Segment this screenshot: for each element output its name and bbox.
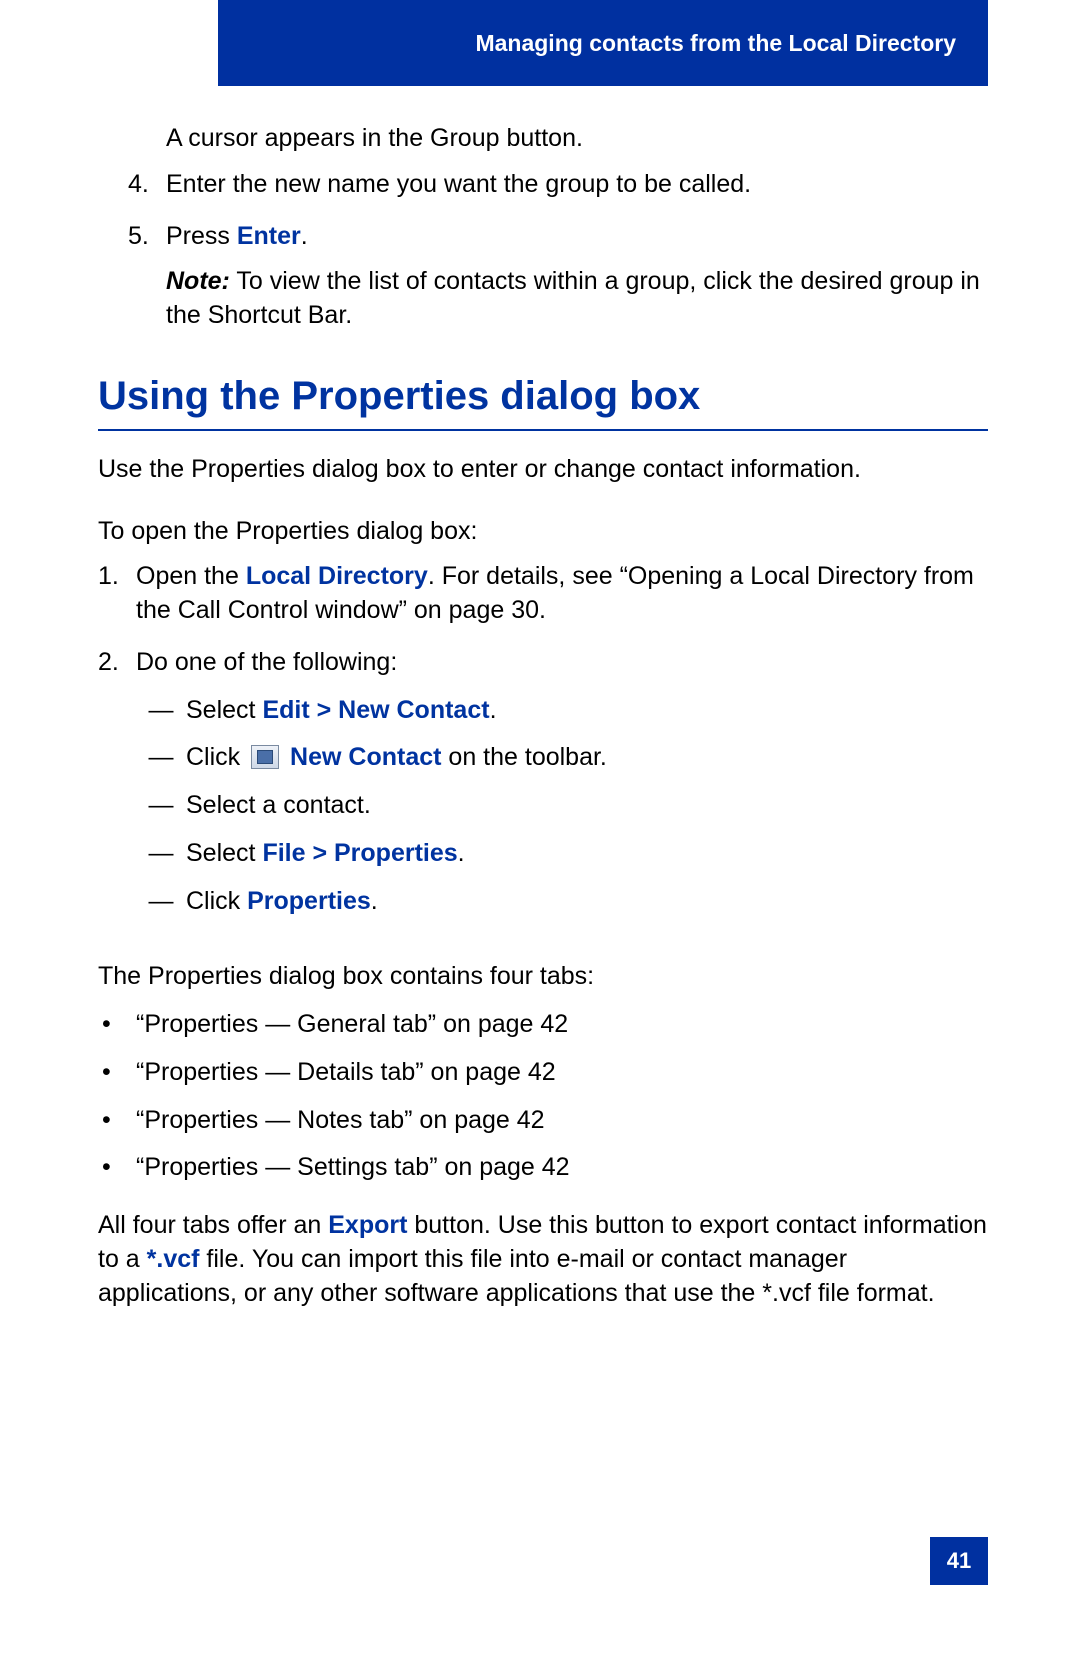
option-file-properties: — Select File > Properties.: [136, 837, 988, 871]
step-text: Open the Local Directory. For details, s…: [136, 560, 988, 628]
page-number: 41: [930, 1537, 988, 1585]
tabs-list: •“Properties — General tab” on page 42 •…: [98, 1008, 988, 1185]
dash-icon: —: [136, 741, 186, 775]
dash-icon: —: [136, 789, 186, 823]
step-number: 5.: [128, 220, 166, 333]
step-text: Press Enter. Note: To view the list of c…: [166, 220, 988, 333]
note-label: Note:: [166, 267, 230, 295]
section-heading: Using the Properties dialog box: [98, 369, 988, 423]
continued-steps-block: A cursor appears in the Group button. 4.…: [128, 122, 988, 333]
chapter-title: Managing contacts from the Local Directo…: [475, 30, 956, 57]
dash-icon: —: [136, 837, 186, 871]
export-button-label: Export: [328, 1211, 407, 1239]
file-properties-link[interactable]: File > Properties: [262, 839, 457, 867]
dash-icon: —: [136, 694, 186, 728]
option-list: — Select Edit > New Contact. — Click New…: [136, 694, 988, 919]
step-number: 2.: [98, 646, 136, 933]
open-step-1: 1. Open the Local Directory. For details…: [98, 560, 988, 628]
section-rule: [98, 429, 988, 431]
bullet-icon: •: [98, 1056, 136, 1090]
page: Managing contacts from the Local Directo…: [0, 0, 1080, 1669]
local-directory-link[interactable]: Local Directory: [246, 562, 428, 590]
tab-ref-notes: •“Properties — Notes tab” on page 42: [98, 1104, 988, 1138]
tab-ref-details: •“Properties — Details tab” on page 42: [98, 1056, 988, 1090]
tab-ref-settings: •“Properties — Settings tab” on page 42: [98, 1151, 988, 1185]
step-text: Do one of the following: — Select Edit >…: [136, 646, 988, 933]
step-text: Enter the new name you want the group to…: [166, 168, 988, 202]
open-properties-steps: 1. Open the Local Directory. For details…: [98, 560, 988, 932]
option-select-contact: — Select a contact.: [136, 789, 988, 823]
export-paragraph: All four tabs offer an Export button. Us…: [98, 1209, 988, 1310]
bullet-icon: •: [98, 1151, 136, 1185]
open-step-2: 2. Do one of the following: — Select Edi…: [98, 646, 988, 933]
step-number: 1.: [98, 560, 136, 628]
chapter-header: Managing contacts from the Local Directo…: [218, 0, 988, 86]
section-lead: Use the Properties dialog box to enter o…: [98, 453, 988, 487]
note-text: To view the list of contacts within a gr…: [166, 267, 980, 329]
bullet-icon: •: [98, 1104, 136, 1138]
edit-new-contact-link[interactable]: Edit > New Contact: [262, 696, 489, 724]
bullet-icon: •: [98, 1008, 136, 1042]
properties-link[interactable]: Properties: [247, 887, 371, 915]
step-number: 4.: [128, 168, 166, 202]
rename-group-steps: 4. Enter the new name you want the group…: [128, 168, 988, 333]
enter-key-label: Enter: [237, 222, 301, 250]
tab-ref-general: •“Properties — General tab” on page 42: [98, 1008, 988, 1042]
dash-icon: —: [136, 885, 186, 919]
new-contact-toolbar-link[interactable]: New Contact: [283, 743, 441, 771]
vcf-extension-label: *.vcf: [147, 1245, 200, 1273]
option-click-properties: — Click Properties.: [136, 885, 988, 919]
option-edit-new-contact: — Select Edit > New Contact.: [136, 694, 988, 728]
option-click-new-contact: — Click New Contact on the toolbar.: [136, 741, 988, 775]
cursor-note: A cursor appears in the Group button.: [166, 122, 988, 156]
page-content: A cursor appears in the Group button. 4.…: [98, 110, 988, 1338]
step-4: 4. Enter the new name you want the group…: [128, 168, 988, 202]
tabs-intro: The Properties dialog box contains four …: [98, 960, 988, 994]
open-intro: To open the Properties dialog box:: [98, 515, 988, 549]
step-5: 5. Press Enter. Note: To view the list o…: [128, 220, 988, 333]
new-contact-toolbar-icon: [251, 745, 279, 769]
